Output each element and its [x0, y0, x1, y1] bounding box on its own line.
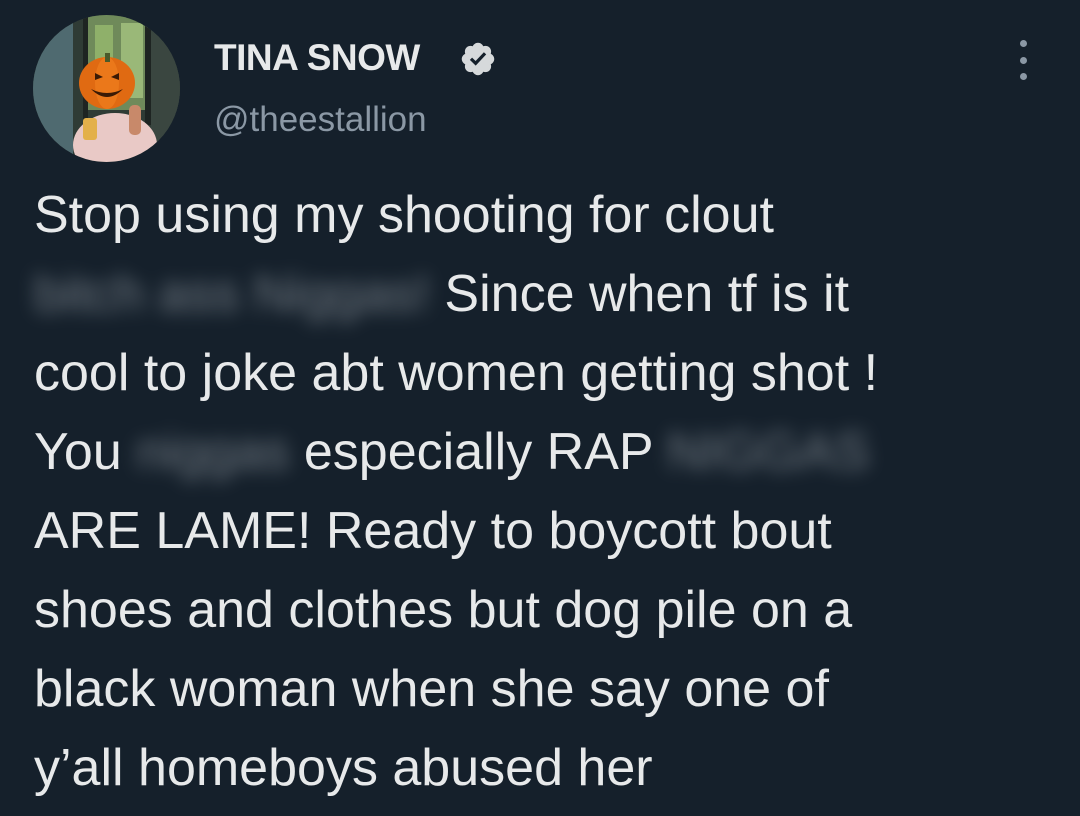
censored-text: NIGGAS — [667, 423, 870, 481]
tweet-line: You niggas especially RAP NIGGAS — [34, 413, 1064, 492]
more-dot — [1019, 73, 1027, 80]
tweet-line: black woman when she say one of — [34, 660, 829, 718]
more-dot — [1019, 56, 1027, 64]
tweet-line-segment: especially RAP — [289, 423, 668, 481]
tweet-line: ARE LAME! Ready to boycott bout — [34, 502, 832, 560]
pumpkin-head-avatar-image — [33, 15, 180, 162]
censored-text: niggas — [136, 423, 290, 481]
tweet-line: cool to joke abt women getting shot ! — [34, 344, 879, 402]
avatar[interactable] — [33, 15, 180, 162]
tweet-line: y’all homeboys abused her — [34, 739, 653, 797]
censored-text: bitch ass Niggas! — [34, 265, 430, 323]
verified-badge-icon — [461, 42, 495, 76]
tweet-line: bitch ass Niggas! Since when tf is it — [34, 255, 1064, 334]
tweet-line: Stop using my shooting for clout — [34, 186, 774, 244]
tweet-line-segment: Since when tf is it — [429, 265, 850, 323]
tweet-line: shoes and clothes but dog pile on a — [34, 581, 853, 639]
tweet-line-segment: You — [34, 423, 137, 481]
tweet-text: Stop using my shooting for clout bitch a… — [34, 176, 1064, 808]
author-handle[interactable]: @theestallion — [214, 100, 427, 140]
tweet-card: TINA SNOW @theestallion Stop using my sh… — [0, 0, 1080, 816]
more-options-icon[interactable] — [1004, 38, 1042, 82]
display-name[interactable]: TINA SNOW — [214, 37, 420, 79]
more-dot — [1019, 40, 1027, 47]
